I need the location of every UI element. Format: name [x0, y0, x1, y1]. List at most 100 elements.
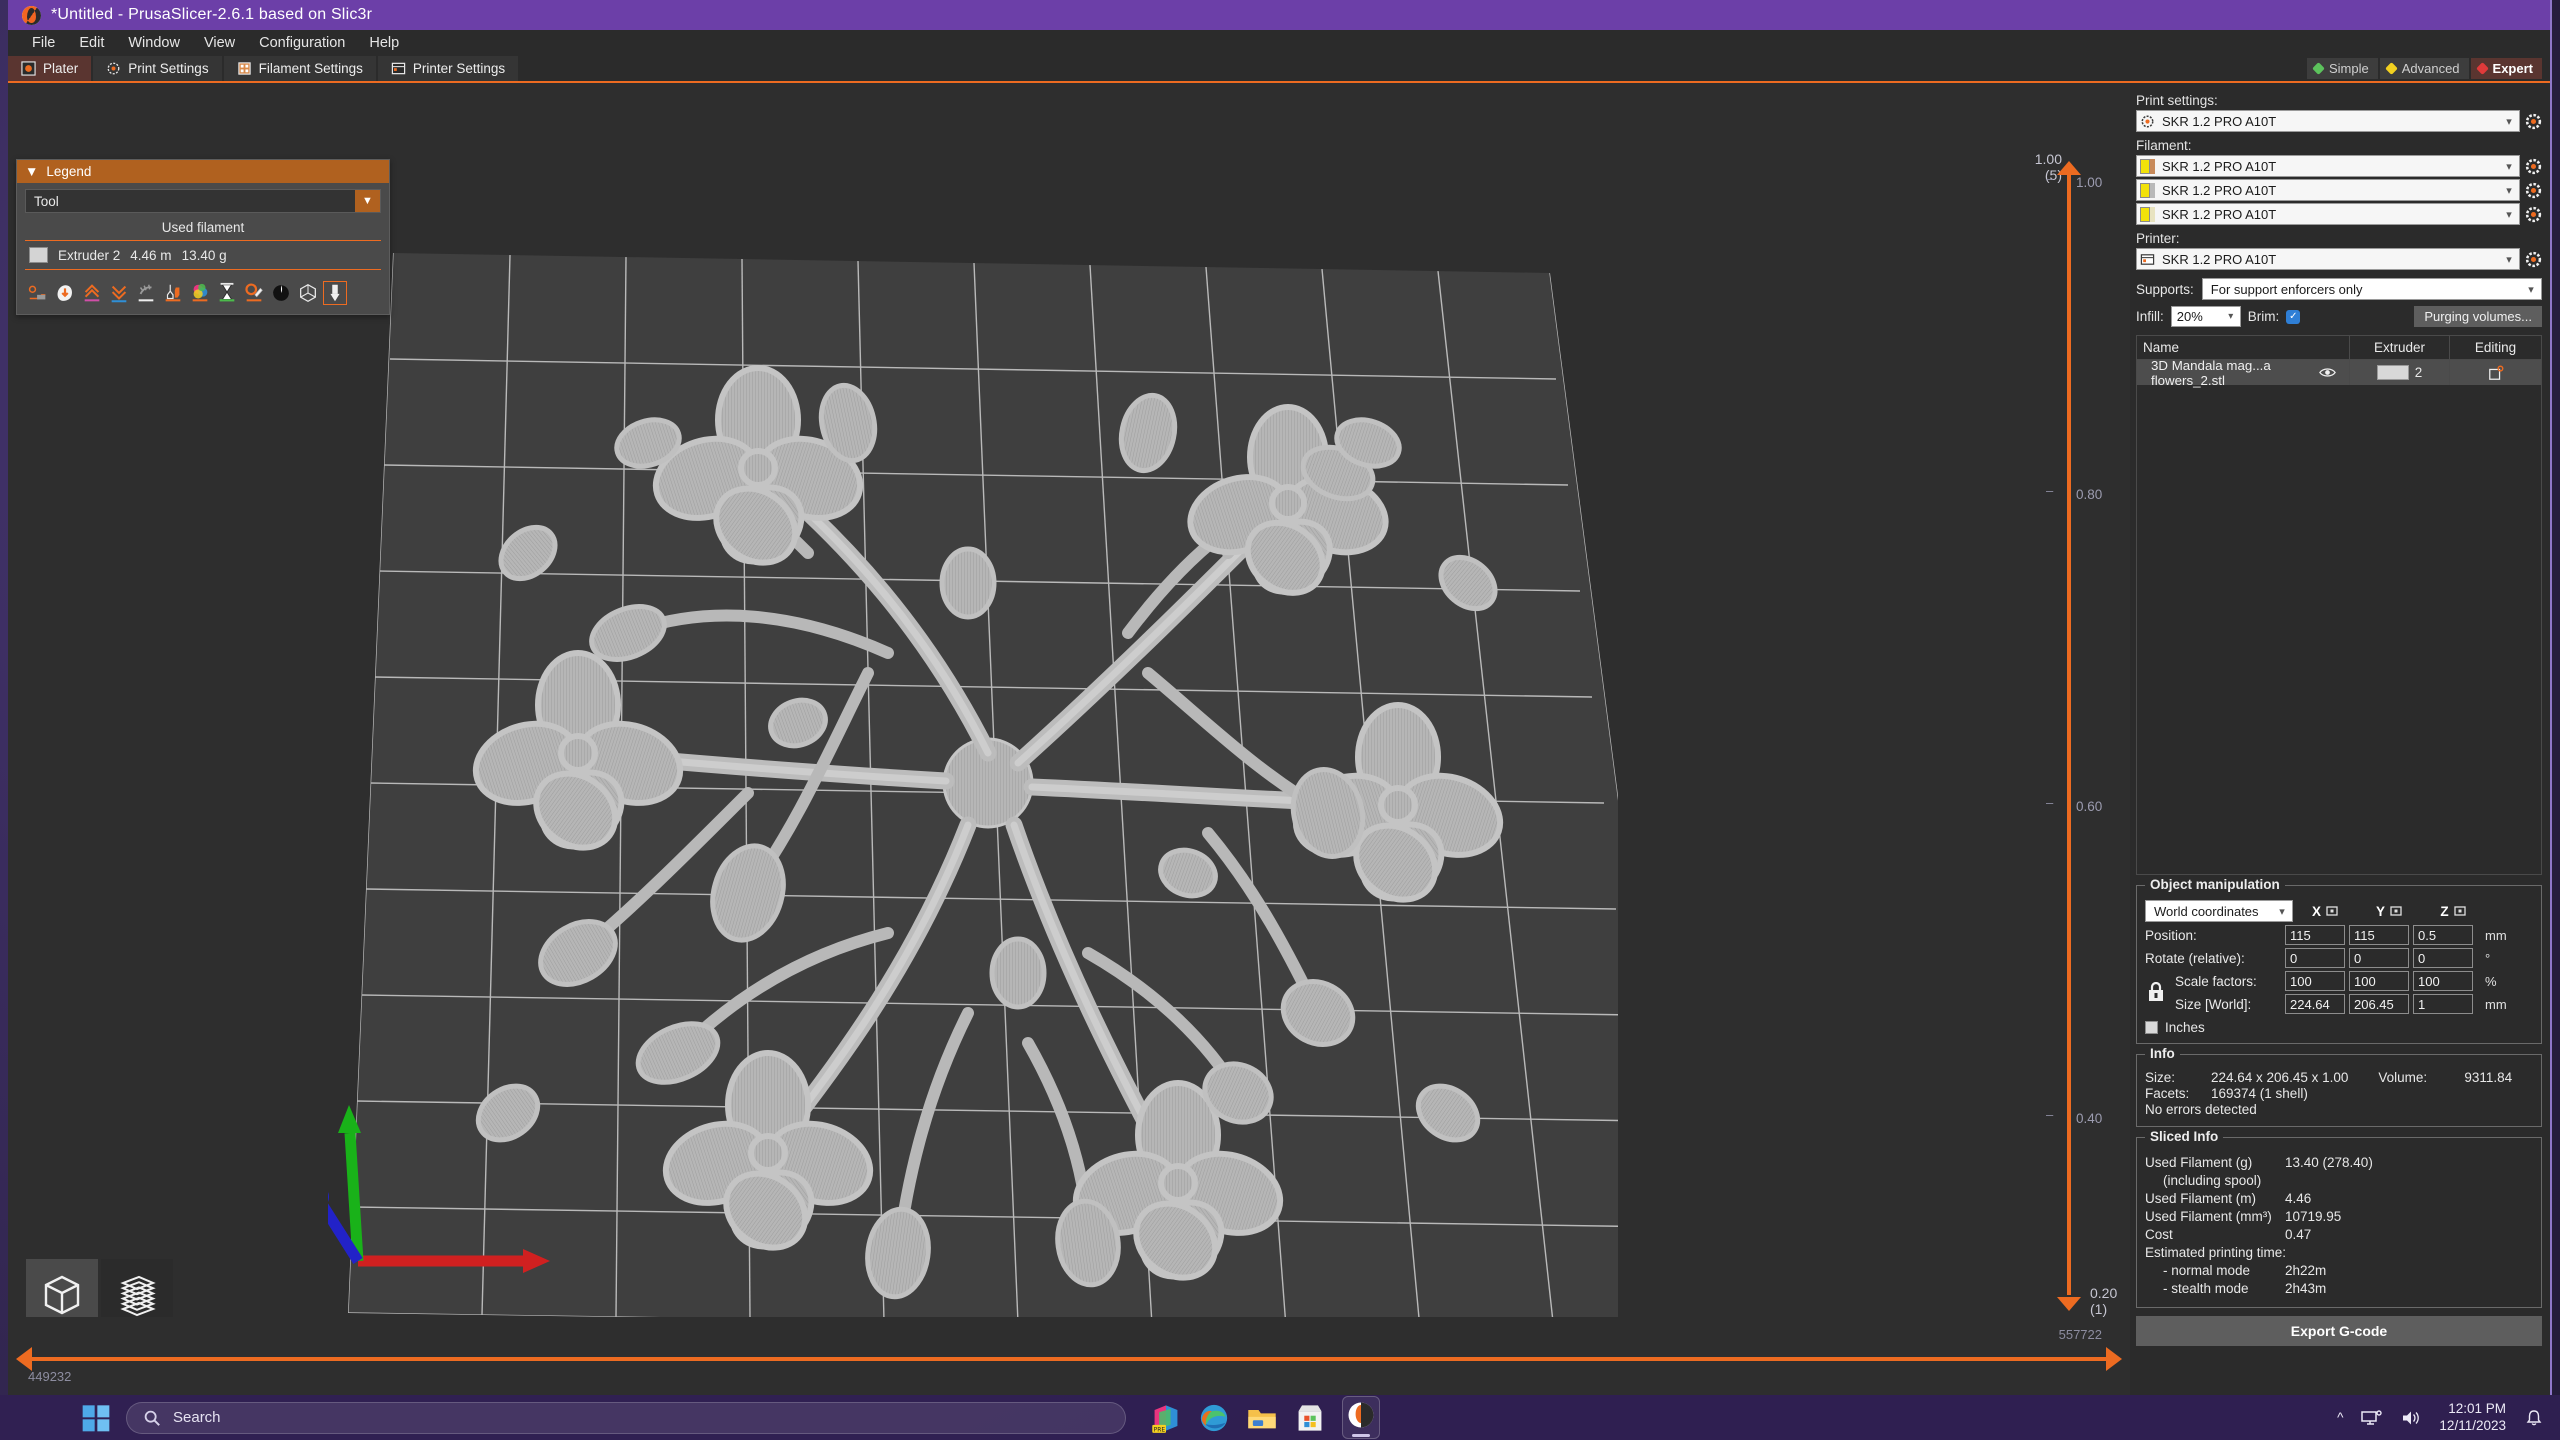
filament-select-1[interactable]: SKR 1.2 PRO A10T ▾ [2136, 155, 2520, 177]
infill-select[interactable]: 20% ▾ [2170, 306, 2241, 327]
menu-item-edit[interactable]: Edit [67, 32, 116, 54]
mode-advanced[interactable]: Advanced [2379, 58, 2469, 79]
table-row[interactable]: 3D Mandala mag...a flowers_2.stl 2 [2137, 358, 2541, 388]
tab-print-settings[interactable]: Print Settings [93, 56, 222, 81]
position-y-field[interactable]: 115 [2349, 925, 2409, 945]
scale-x-field[interactable]: 100 [2285, 971, 2345, 991]
moves-slider-left-handle[interactable] [16, 1347, 32, 1371]
menu-item-configuration[interactable]: Configuration [247, 32, 357, 54]
network-icon[interactable] [2361, 1409, 2383, 1427]
coordinate-space-select[interactable]: World coordinates ▾ [2145, 900, 2293, 922]
volume-icon[interactable] [2401, 1409, 2421, 1427]
layer-slider-track[interactable] [2067, 175, 2071, 1295]
legend-icon[interactable] [297, 282, 319, 304]
layer-slider-upper-handle[interactable] [2057, 161, 2081, 175]
prusaslicer-taskbar-icon[interactable] [1342, 1396, 1380, 1439]
size-z-field[interactable]: 1 [2413, 994, 2473, 1014]
reset-axis-icon[interactable] [2326, 905, 2338, 917]
mode-expert[interactable]: Expert [2470, 58, 2542, 79]
chevron-down-icon[interactable]: ▾ [2499, 156, 2519, 176]
rotate-x-field[interactable]: 0 [2285, 948, 2345, 968]
chevron-down-icon[interactable]: ▾ [2499, 249, 2519, 269]
windows-taskbar: Search PRE ^ 12:01 PM 12/11/2023 [0, 1395, 2560, 1440]
printer-select[interactable]: SKR 1.2 PRO A10T ▾ [2136, 248, 2520, 270]
edge-icon[interactable] [1198, 1402, 1230, 1434]
export-gcode-button[interactable]: Export G-code [2136, 1316, 2542, 1346]
position-z-field[interactable]: 0.5 [2413, 925, 2473, 945]
chevron-down-icon[interactable]: ▾ [2499, 180, 2519, 200]
size-y-field[interactable]: 206.45 [2349, 994, 2409, 1014]
deretractions-icon[interactable] [108, 282, 130, 304]
printer-edit-icon[interactable] [2525, 251, 2542, 268]
scale-z-field[interactable]: 100 [2413, 971, 2473, 991]
position-x-field[interactable]: 115 [2285, 925, 2345, 945]
menu-item-help[interactable]: Help [357, 32, 411, 54]
pause-prints-icon[interactable] [216, 282, 238, 304]
travel-icon[interactable] [27, 282, 49, 304]
chevron-down-icon[interactable]: ▾ [2521, 283, 2541, 296]
size-x-field[interactable]: 224.64 [2285, 994, 2345, 1014]
layer-slider-lower-handle[interactable] [2057, 1297, 2081, 1311]
object-editing-cell[interactable] [2449, 360, 2541, 385]
menu-item-view[interactable]: View [192, 32, 247, 54]
wipe-icon[interactable] [135, 282, 157, 304]
tab-printer-settings[interactable]: Printer Settings [377, 56, 519, 81]
filament-edit-icon-3[interactable] [2525, 206, 2542, 223]
mode-simple[interactable]: Simple [2306, 58, 2378, 79]
moves-slider-right-handle[interactable] [2106, 1347, 2122, 1371]
scale-row: Scale factors: 100 100 100 % [2145, 971, 2533, 991]
office-icon[interactable]: PRE [1150, 1402, 1182, 1434]
tab-plater[interactable]: Plater [8, 56, 92, 81]
tool-changes-icon[interactable] [162, 282, 184, 304]
shells-icon[interactable] [270, 282, 292, 304]
legend-header[interactable]: ▼ Legend [17, 160, 389, 183]
uniform-scale-lock[interactable] [2147, 981, 2165, 1005]
reset-axis-icon[interactable] [2453, 905, 2466, 917]
brim-checkbox[interactable]: ✓ [2286, 309, 2301, 324]
windows-start-icon[interactable] [80, 1402, 112, 1434]
menu-item-file[interactable]: File [20, 32, 67, 54]
notifications-icon[interactable] [2524, 1408, 2544, 1428]
seams-icon[interactable] [81, 282, 103, 304]
tab-filament-settings[interactable]: Filament Settings [223, 56, 376, 81]
filament-label: Filament: [2136, 138, 2192, 153]
filament-select-2[interactable]: SKR 1.2 PRO A10T ▾ [2136, 179, 2520, 201]
chevron-down-icon[interactable]: ▾ [2499, 204, 2519, 224]
inches-checkbox[interactable] [2145, 1021, 2158, 1034]
tool-marker-icon[interactable] [323, 281, 347, 305]
print-settings-select[interactable]: SKR 1.2 PRO A10T ▾ [2136, 110, 2520, 132]
taskbar-clock[interactable]: 12:01 PM 12/11/2023 [2439, 1401, 2506, 1435]
filament-edit-icon-2[interactable] [2525, 182, 2542, 199]
view-type-select[interactable]: Tool ▼ [25, 189, 381, 213]
rotate-y-field[interactable]: 0 [2349, 948, 2409, 968]
supports-select[interactable]: For support enforcers only ▾ [2201, 278, 2542, 300]
color-changes-icon[interactable] [189, 282, 211, 304]
object-visibility-toggle[interactable] [2305, 360, 2349, 385]
triangle-down-icon[interactable]: ▼ [25, 164, 38, 179]
microsoft-store-icon[interactable] [1294, 1402, 1326, 1434]
moves-slider[interactable]: 449232 557722 [8, 1317, 2130, 1395]
rotate-z-field[interactable]: 0 [2413, 948, 2473, 968]
chevron-down-icon[interactable]: ▼ [355, 190, 380, 212]
chevron-down-icon[interactable]: ▾ [2499, 111, 2519, 131]
scale-y-field[interactable]: 100 [2349, 971, 2409, 991]
taskbar-search-box[interactable]: Search [126, 1401, 1126, 1434]
menu-bar: File Edit Window View Configuration Help [8, 30, 2550, 56]
sliced-label: Estimated printing time: [2145, 1245, 2287, 1260]
retractions-icon[interactable] [54, 282, 76, 304]
purging-volumes-button[interactable]: Purging volumes... [2414, 306, 2542, 327]
custom-gcodes-icon[interactable] [243, 282, 265, 304]
moves-slider-track[interactable] [32, 1357, 2106, 1361]
chevron-down-icon[interactable]: ▾ [2222, 311, 2240, 322]
layer-slider[interactable]: 1.00 (5) – 1.00 – 0.80 – 0.60 – 0.40 0.2… [2012, 83, 2130, 1395]
print-settings-edit-icon[interactable] [2525, 113, 2542, 130]
chevron-down-icon[interactable]: ▾ [2272, 905, 2292, 918]
menu-item-window[interactable]: Window [116, 32, 192, 54]
reset-axis-icon[interactable] [2390, 905, 2402, 917]
filament-select-3[interactable]: SKR 1.2 PRO A10T ▾ [2136, 203, 2520, 225]
object-extruder-cell[interactable]: 2 [2349, 360, 2449, 385]
filament-edit-icon-1[interactable] [2525, 158, 2542, 175]
3d-viewport[interactable]: ▼ Legend Tool ▼ Used filament Extruder 2 [8, 83, 2130, 1395]
file-explorer-icon[interactable] [1246, 1402, 1278, 1434]
show-hidden-icons-icon[interactable]: ^ [2337, 1410, 2343, 1425]
